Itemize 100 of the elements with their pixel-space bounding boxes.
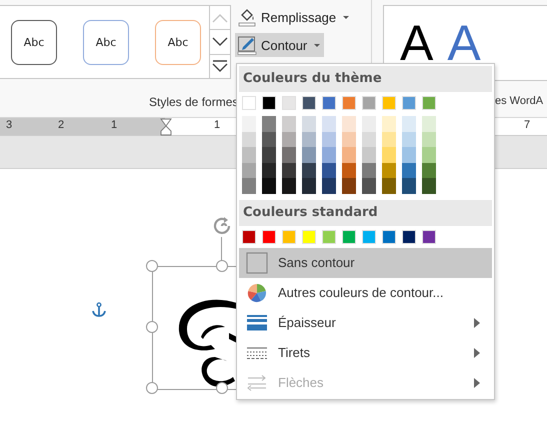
color-swatch[interactable] xyxy=(242,96,256,110)
color-swatch[interactable] xyxy=(302,162,316,178)
color-swatch[interactable] xyxy=(282,162,296,178)
color-swatch[interactable] xyxy=(322,230,336,244)
color-swatch[interactable] xyxy=(302,116,316,132)
shape-style-sample[interactable]: Abc xyxy=(155,20,201,65)
paint-bucket-icon xyxy=(237,7,257,27)
resize-handle[interactable] xyxy=(216,260,228,272)
group-label: es WordA xyxy=(495,95,544,107)
color-swatch[interactable] xyxy=(262,178,276,194)
color-swatch[interactable] xyxy=(282,96,296,110)
anchor-icon xyxy=(91,302,107,318)
menu-item[interactable]: Épaisseur xyxy=(239,308,492,338)
color-swatch[interactable] xyxy=(422,162,436,178)
color-swatch[interactable] xyxy=(282,147,296,163)
color-swatch[interactable] xyxy=(262,132,276,148)
more-icon xyxy=(212,60,228,72)
color-swatch[interactable] xyxy=(402,147,416,163)
color-swatch[interactable] xyxy=(382,116,396,132)
color-swatch[interactable] xyxy=(342,96,356,110)
color-swatch[interactable] xyxy=(262,116,276,132)
empty-square-icon xyxy=(246,252,268,274)
color-swatch[interactable] xyxy=(322,116,336,132)
color-swatch[interactable] xyxy=(242,230,256,244)
color-swatch[interactable] xyxy=(282,230,296,244)
color-swatch[interactable] xyxy=(282,132,296,148)
color-swatch[interactable] xyxy=(422,178,436,194)
line-weight-icon xyxy=(247,314,267,331)
color-swatch[interactable] xyxy=(242,162,256,178)
shape-style-sample[interactable]: Abc xyxy=(83,20,129,65)
ruler-number: 2 xyxy=(58,119,64,131)
color-swatch[interactable] xyxy=(402,96,416,110)
color-swatch[interactable] xyxy=(362,147,376,163)
color-swatch[interactable] xyxy=(242,132,256,148)
color-swatch[interactable] xyxy=(282,116,296,132)
color-swatch[interactable] xyxy=(362,96,376,110)
color-swatch[interactable] xyxy=(382,230,396,244)
color-swatch[interactable] xyxy=(322,178,336,194)
color-swatch[interactable] xyxy=(382,132,396,148)
arrows-icon xyxy=(247,374,267,392)
menu-item[interactable]: Tirets xyxy=(239,338,492,368)
color-swatch[interactable] xyxy=(342,178,356,194)
color-swatch[interactable] xyxy=(282,178,296,194)
color-swatch[interactable] xyxy=(422,96,436,110)
color-swatch[interactable] xyxy=(322,147,336,163)
resize-handle[interactable] xyxy=(146,260,158,272)
color-swatch[interactable] xyxy=(262,96,276,110)
color-swatch[interactable] xyxy=(382,178,396,194)
outline-button[interactable]: Contour xyxy=(235,33,324,57)
color-swatch[interactable] xyxy=(342,132,356,148)
color-swatch[interactable] xyxy=(402,178,416,194)
color-swatch[interactable] xyxy=(242,178,256,194)
wordart-sample[interactable]: A xyxy=(400,18,434,68)
color-swatch[interactable] xyxy=(342,162,356,178)
color-swatch[interactable] xyxy=(402,132,416,148)
wordart-sample[interactable]: A xyxy=(447,18,481,68)
color-swatch[interactable] xyxy=(362,116,376,132)
menu-item[interactable]: Sans contour xyxy=(239,248,492,278)
color-swatch[interactable] xyxy=(302,230,316,244)
color-swatch[interactable] xyxy=(262,147,276,163)
more-styles-button[interactable] xyxy=(210,54,230,78)
color-swatch[interactable] xyxy=(362,162,376,178)
color-swatch[interactable] xyxy=(322,162,336,178)
color-swatch[interactable] xyxy=(422,230,436,244)
color-swatch[interactable] xyxy=(382,162,396,178)
color-swatch[interactable] xyxy=(362,132,376,148)
color-swatch[interactable] xyxy=(302,132,316,148)
resize-handle[interactable] xyxy=(146,382,158,394)
color-swatch[interactable] xyxy=(342,147,356,163)
color-swatch[interactable] xyxy=(242,116,256,132)
color-swatch[interactable] xyxy=(302,178,316,194)
color-swatch[interactable] xyxy=(362,178,376,194)
fill-button[interactable]: Remplissage xyxy=(235,5,354,29)
color-swatch[interactable] xyxy=(242,147,256,163)
color-swatch[interactable] xyxy=(322,132,336,148)
color-swatch[interactable] xyxy=(302,147,316,163)
color-swatch[interactable] xyxy=(302,96,316,110)
resize-handle[interactable] xyxy=(216,382,228,394)
submenu-arrow-icon xyxy=(474,318,480,328)
resize-handle[interactable] xyxy=(146,321,158,333)
ruler-number: 7 xyxy=(524,119,530,131)
color-swatch[interactable] xyxy=(402,230,416,244)
color-swatch[interactable] xyxy=(422,147,436,163)
indent-marker-icon[interactable] xyxy=(160,118,172,136)
color-swatch[interactable] xyxy=(262,162,276,178)
color-swatch[interactable] xyxy=(422,132,436,148)
color-swatch[interactable] xyxy=(402,116,416,132)
color-swatch[interactable] xyxy=(382,147,396,163)
color-swatch[interactable] xyxy=(362,230,376,244)
menu-item[interactable]: Autres couleurs de contour... xyxy=(239,278,492,308)
color-swatch[interactable] xyxy=(342,116,356,132)
color-swatch[interactable] xyxy=(382,96,396,110)
color-swatch[interactable] xyxy=(422,116,436,132)
color-swatch[interactable] xyxy=(322,96,336,110)
color-swatch[interactable] xyxy=(342,230,356,244)
submenu-arrow-icon xyxy=(474,378,480,388)
shape-style-sample[interactable]: Abc xyxy=(11,20,57,65)
color-swatch[interactable] xyxy=(402,162,416,178)
color-swatch[interactable] xyxy=(262,230,276,244)
scroll-down-button[interactable] xyxy=(210,30,230,55)
